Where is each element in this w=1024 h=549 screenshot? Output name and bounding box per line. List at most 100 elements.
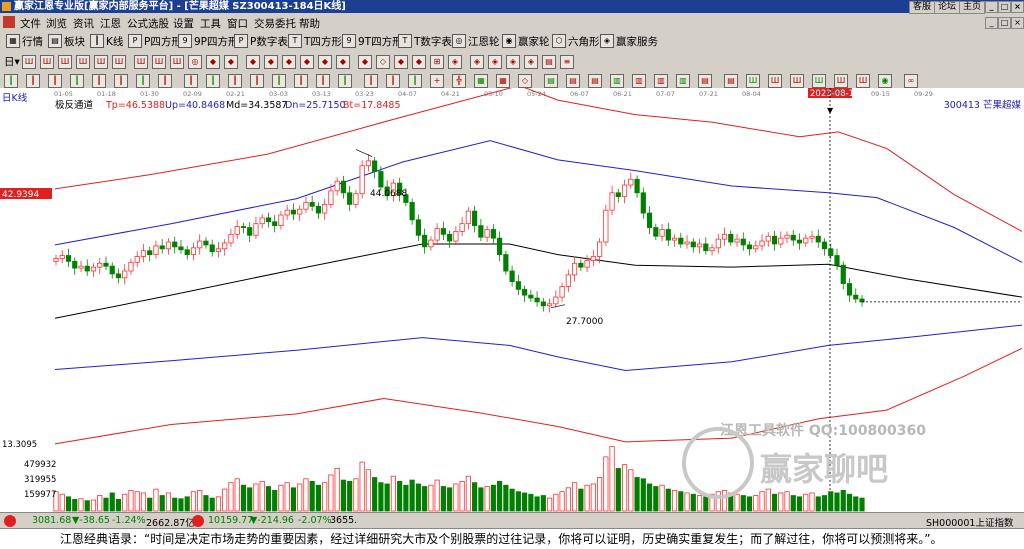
status-right-label[interactable]: SH000001上证指数 xyxy=(926,515,1013,529)
menu-settings[interactable]: 设置 xyxy=(173,16,194,31)
analysis-tool-10-icon[interactable]: ◎ xyxy=(188,55,202,69)
analysis-tool-1-icon[interactable]: Ш xyxy=(22,55,36,69)
drawing-tool-8-icon[interactable]: ┃ xyxy=(158,74,172,88)
drawing-tool-12-icon[interactable]: ┃ xyxy=(250,74,264,88)
menu-trade[interactable]: 交易委托 xyxy=(254,16,296,31)
drawing-tool-9-icon[interactable]: ┃ xyxy=(184,74,198,88)
menu-window[interactable]: 窗口 xyxy=(227,16,248,31)
toolbar-hexagon[interactable]: ⬡ 六角形 xyxy=(552,34,600,48)
drawing-tool-39-icon[interactable]: Ш xyxy=(856,74,870,88)
drawing-tool-16-icon[interactable]: ┃ xyxy=(338,74,352,88)
toolbar-winner-wheel[interactable]: ◉ 赢家轮 xyxy=(502,34,550,48)
analysis-tool-15-icon[interactable]: ◆ xyxy=(282,55,296,69)
drawing-tool-13-icon[interactable]: ┃ xyxy=(272,74,286,88)
drawing-tool-1-icon[interactable]: ┃ xyxy=(4,74,18,88)
toolbar-p-table[interactable]: P P数字表 xyxy=(234,34,288,48)
forum-button[interactable]: 论坛 xyxy=(934,1,961,14)
drawing-tool-36-icon[interactable]: Ш xyxy=(790,74,804,88)
menu-gann[interactable]: 江恩 xyxy=(100,16,121,31)
app-menu-icon[interactable] xyxy=(3,16,15,28)
close-button[interactable]: × xyxy=(1011,1,1024,13)
analysis-tool-30-icon[interactable]: ≡ xyxy=(560,55,574,69)
analysis-tool-2-icon[interactable]: Ш xyxy=(40,55,54,69)
drawing-tool-25-icon[interactable]: ▤ xyxy=(544,74,558,88)
drawing-tool-20-icon[interactable]: + xyxy=(430,74,444,88)
analysis-tool-22-icon[interactable]: ◆ xyxy=(412,55,426,69)
drawing-tool-15-icon[interactable]: ┃ xyxy=(316,74,330,88)
menu-file[interactable]: 文件 xyxy=(20,16,41,31)
analysis-tool-28-icon[interactable]: ◈ xyxy=(524,55,538,69)
maximize-button[interactable]: □ xyxy=(998,1,1011,13)
analysis-tool-19-icon[interactable]: ◆ xyxy=(358,55,372,69)
toolbar-kline[interactable]: ┃ K线 xyxy=(90,34,123,48)
analysis-tool-16-icon[interactable]: ◆ xyxy=(300,55,314,69)
drawing-tool-18-icon[interactable]: ┃ xyxy=(386,74,400,88)
toolbar-p-square[interactable]: P P四方形 xyxy=(128,34,182,48)
toolbar-t-square[interactable]: T T四方形 xyxy=(288,34,342,48)
analysis-tool-6-icon[interactable]: Ш xyxy=(112,55,126,69)
analysis-tool-24-icon[interactable]: ◈ xyxy=(448,55,462,69)
analysis-tool-27-icon[interactable]: ◈ xyxy=(506,55,520,69)
drawing-tool-11-icon[interactable]: ┃ xyxy=(228,74,242,88)
customer-service-button[interactable]: 客服 xyxy=(909,1,936,14)
drawing-tool-24-icon[interactable]: ◇ xyxy=(518,74,532,88)
drawing-tool-28-icon[interactable]: ▥ xyxy=(610,74,624,88)
chart-area[interactable]: 01-05 01-18 01-30 02-09 02-21 03-03 03-13 03-23… xyxy=(0,85,1024,512)
kline-chart[interactable]: 01-05 01-18 01-30 02-09 02-21 03-03 03-13 03-23… xyxy=(0,85,1024,512)
drawing-tool-7-icon[interactable]: ┃ xyxy=(136,74,150,88)
drawing-tool-41-icon[interactable]: ∞ xyxy=(904,74,918,88)
drawing-tool-29-icon[interactable]: ▥ xyxy=(632,74,646,88)
analysis-tool-20-icon[interactable]: ◇ xyxy=(376,55,390,69)
analysis-tool-3-icon[interactable]: Ш xyxy=(58,55,72,69)
drawing-tool-30-icon[interactable]: ▥ xyxy=(654,74,668,88)
sh-index-value[interactable]: 3081.68 xyxy=(32,515,71,526)
toolbar-9p-square[interactable]: 9 9P四方形 xyxy=(178,34,239,48)
menu-formula[interactable]: 公式选股 xyxy=(127,16,169,31)
menu-help[interactable]: 帮助 xyxy=(299,16,320,31)
toolbar-t-table[interactable]: T T数字表 xyxy=(398,34,452,48)
analysis-tool-11-icon[interactable]: ◆ xyxy=(206,55,220,69)
child-minimize-button[interactable]: _ xyxy=(985,17,998,29)
analysis-tool-23-icon[interactable]: ⊞ xyxy=(430,55,444,69)
analysis-tool-29-icon[interactable]: ▤ xyxy=(542,55,556,69)
drawing-tool-26-icon[interactable]: ▤ xyxy=(566,74,580,88)
drawing-tool-35-icon[interactable]: Ш xyxy=(768,74,782,88)
analysis-tool-18-icon[interactable]: ◆ xyxy=(336,55,350,69)
drawing-tool-34-icon[interactable]: Ш xyxy=(746,74,760,88)
drawing-tool-5-icon[interactable]: ┃ xyxy=(92,74,106,88)
drawing-tool-6-icon[interactable]: ┃ xyxy=(114,74,128,88)
analysis-tool-4-icon[interactable]: Ш xyxy=(76,55,90,69)
toolbar-9t-square[interactable]: 9 9T四方形 xyxy=(342,34,403,48)
drawing-tool-33-icon[interactable]: ▤ xyxy=(724,74,738,88)
menu-news[interactable]: 资讯 xyxy=(73,16,94,31)
analysis-tool-8-icon[interactable]: Ш xyxy=(152,55,166,69)
drawing-tool-2-icon[interactable]: ┃ xyxy=(26,74,40,88)
analysis-tool-5-icon[interactable]: Ш xyxy=(94,55,108,69)
toolbar-sector[interactable]: ▤ 板块 xyxy=(48,34,85,48)
drawing-tool-19-icon[interactable]: ┃ xyxy=(408,74,422,88)
drawing-tool-38-icon[interactable]: Ш xyxy=(834,74,848,88)
drawing-tool-37-icon[interactable]: Ш xyxy=(812,74,826,88)
drawing-tool-40-icon[interactable]: ◉ xyxy=(878,74,892,88)
analysis-tool-9-icon[interactable]: Ш xyxy=(170,55,184,69)
drawing-tool-17-icon[interactable]: ┃ xyxy=(364,74,378,88)
drawing-tool-10-icon[interactable]: ┃ xyxy=(206,74,220,88)
minimize-button[interactable]: _ xyxy=(985,1,998,13)
child-restore-button[interactable]: □ xyxy=(998,17,1011,29)
sz-index-value[interactable]: 10159.77 xyxy=(208,515,253,526)
analysis-tool-12-icon[interactable]: ◆ xyxy=(224,55,238,69)
drawing-tool-32-icon[interactable]: ▤ xyxy=(698,74,712,88)
analysis-tool-13-icon[interactable]: ◆ xyxy=(246,55,260,69)
toolbar-service[interactable]: ◈ 赢家服务 xyxy=(600,34,658,48)
period-dropdown[interactable]: 日▾ xyxy=(4,54,20,68)
child-close-button[interactable]: × xyxy=(1011,17,1024,29)
toolbar-quotes[interactable]: ▦ 行情 xyxy=(6,34,43,48)
drawing-tool-3-icon[interactable]: ┃ xyxy=(48,74,62,88)
analysis-tool-26-icon[interactable]: ◈ xyxy=(488,55,502,69)
drawing-tool-22-icon[interactable]: ▦ xyxy=(474,74,488,88)
analysis-tool-14-icon[interactable]: ◆ xyxy=(264,55,278,69)
analysis-tool-17-icon[interactable]: ◆ xyxy=(318,55,332,69)
drawing-tool-23-icon[interactable]: ▦ xyxy=(496,74,510,88)
menu-browse[interactable]: 浏览 xyxy=(46,16,67,31)
analysis-tool-7-icon[interactable]: Ш xyxy=(134,55,148,69)
